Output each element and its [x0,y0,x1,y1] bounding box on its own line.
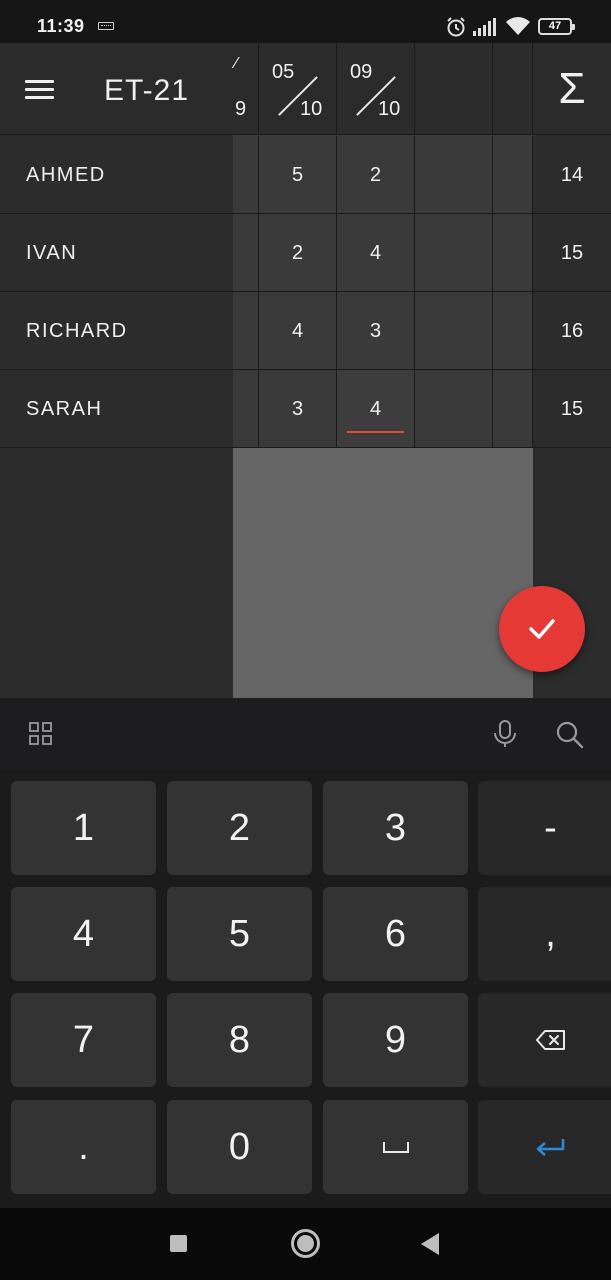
key-2[interactable]: 2 [167,781,312,875]
date-month: 9 [235,98,247,120]
grade-cell[interactable] [233,214,259,292]
grade-cell[interactable] [493,136,533,214]
hamburger-icon[interactable] [25,80,54,100]
date-column-header-partial[interactable]: ⁄ 9 [233,43,259,135]
date-day: ⁄ [235,55,238,72]
date-column-header[interactable] [415,43,493,135]
search-icon[interactable] [556,721,584,749]
student-name: RICHARD [26,320,128,342]
key-minus[interactable]: - [478,781,611,875]
back-icon[interactable] [421,1233,439,1255]
sum-cell: 14 [533,136,611,214]
sum-cell: 16 [533,292,611,370]
grade-cell[interactable] [493,214,533,292]
key-7[interactable]: 7 [11,993,156,1087]
key-6[interactable]: 6 [323,887,468,981]
student-name: SARAH [26,398,103,420]
key-5[interactable]: 5 [167,887,312,981]
grade-cell[interactable] [415,136,493,214]
battery-icon: 47 [538,18,575,35]
key-8[interactable]: 8 [167,993,312,1087]
check-icon [529,619,555,639]
key-comma[interactable]: , [478,887,611,981]
sum-cell: 15 [533,214,611,292]
home-icon[interactable] [291,1229,320,1258]
date-month: 10 [378,98,401,120]
microphone-icon[interactable] [492,720,518,748]
date-day: 05 [272,61,295,83]
grade-cell[interactable]: 3 [259,370,337,448]
date-column-header[interactable]: 09 10 [337,43,415,135]
grade-cell[interactable] [233,292,259,370]
enter-icon [536,1139,565,1156]
backspace-icon [536,1030,565,1050]
date-day: 09 [350,61,373,83]
grade-cell[interactable] [493,292,533,370]
grade-cell[interactable]: 5 [259,136,337,214]
grade-cell[interactable]: 3 [337,292,415,370]
recents-icon[interactable] [170,1235,187,1252]
space-icon [383,1142,409,1153]
grid-icon[interactable] [29,722,53,746]
key-period[interactable]: . [11,1100,156,1194]
grid-empty-area [233,448,533,698]
grade-cell[interactable] [233,136,259,214]
active-grade-value: 4 [369,398,382,420]
grade-cell-active[interactable]: 4 [337,370,415,448]
page-title: ET-21 [104,74,190,107]
key-0[interactable]: 0 [167,1100,312,1194]
grade-cell[interactable]: 2 [337,136,415,214]
date-column-header[interactable] [493,43,533,135]
signal-icon [473,18,496,36]
keyboard-icon [98,22,114,30]
space-key[interactable] [323,1100,468,1194]
key-4[interactable]: 4 [11,887,156,981]
key-3[interactable]: 3 [323,781,468,875]
keyboard-toolbar [0,698,611,770]
grade-cell[interactable] [415,370,493,448]
date-month: 10 [300,98,323,120]
date-column-header[interactable]: 05 10 [259,43,337,135]
status-time: 11:39 [37,16,85,36]
student-row-ahmed[interactable]: AHMED [0,136,233,214]
student-name: IVAN [26,242,78,264]
grade-cell[interactable]: 4 [337,214,415,292]
student-row-richard[interactable]: RICHARD [0,292,233,370]
wifi-icon [506,17,530,35]
text-cursor-underline [347,431,404,433]
grade-cell[interactable] [415,214,493,292]
grade-cell[interactable] [233,370,259,448]
backspace-key[interactable] [478,993,611,1087]
student-name: AHMED [26,164,106,186]
alarm-icon [447,17,465,37]
sum-icon: Σ [533,43,611,135]
key-9[interactable]: 9 [323,993,468,1087]
confirm-fab-button[interactable] [499,586,585,672]
student-row-ivan[interactable]: IVAN [0,214,233,292]
grade-cell[interactable]: 2 [259,214,337,292]
sum-cell: 15 [533,370,611,448]
student-row-sarah[interactable]: SARAH [0,370,233,448]
grade-cell[interactable]: 4 [259,292,337,370]
key-1[interactable]: 1 [11,781,156,875]
grade-cell[interactable] [415,292,493,370]
grade-cell[interactable] [493,370,533,448]
enter-key[interactable] [478,1100,611,1194]
